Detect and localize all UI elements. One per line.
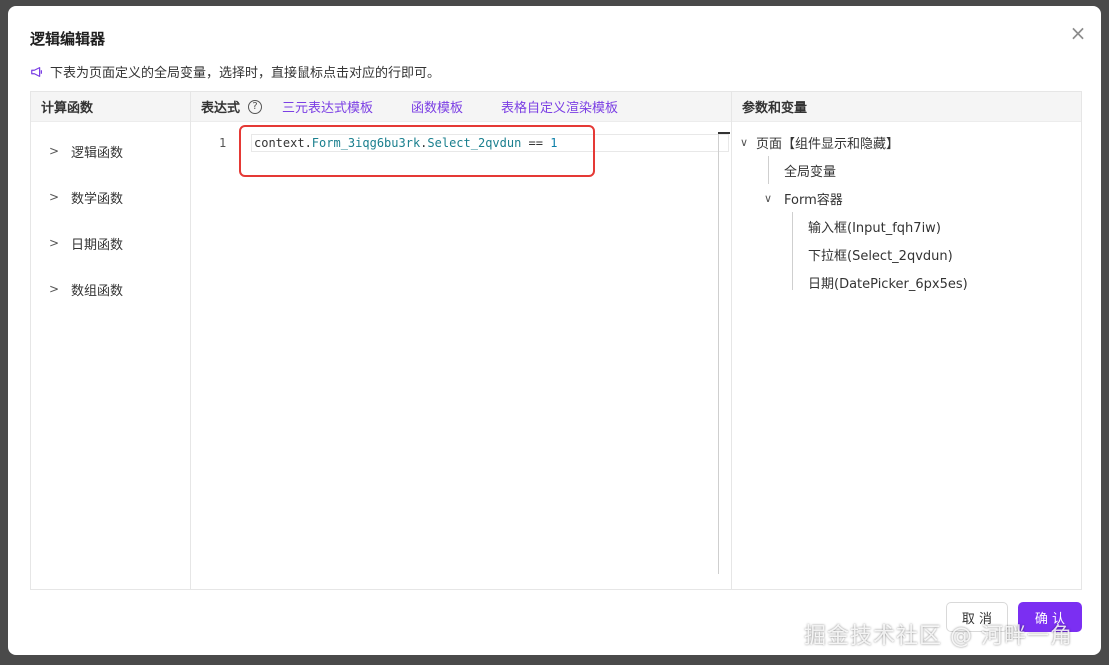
tree-node-label: 输入框(Input_fqh7iw): [808, 220, 941, 236]
tree-node-input[interactable]: 输入框(Input_fqh7iw): [732, 212, 1081, 240]
tree-node-label: 页面【组件显示和隐藏】: [756, 136, 900, 152]
close-icon[interactable]: ×: [1069, 23, 1087, 43]
expression-panel: 表达式 ? 三元表达式模板 函数模板 表格自定义渲染模板 1 context.F…: [191, 92, 732, 589]
functions-header: 计算函数: [31, 92, 190, 122]
variable-tree: ∨ 页面【组件显示和隐藏】 全局变量 ∨ Form容器 输入框(Input_fq…: [732, 122, 1081, 296]
variables-panel: 参数和变量 ∨ 页面【组件显示和隐藏】 全局变量 ∨ Form容器 输入框(In…: [732, 92, 1081, 589]
function-template-link[interactable]: 函数模板: [411, 97, 463, 116]
dialog-title: 逻辑编辑器: [30, 30, 106, 48]
tree-node-global-vars[interactable]: 全局变量: [732, 156, 1081, 184]
tree-node-label: 日期(DatePicker_6px5es): [808, 276, 968, 292]
function-group-array[interactable]: > 数组函数: [31, 266, 190, 312]
watermark-text: 掘金技术社区 @ 河畔一角: [804, 624, 1073, 649]
tree-node-datepicker[interactable]: 日期(DatePicker_6px5es): [732, 268, 1081, 296]
editor-panels: 计算函数 > 逻辑函数 > 数学函数 > 日期函数 > 数组函数 表达式 ? 三…: [30, 91, 1082, 590]
notice-bar: 下表为页面定义的全局变量，选择时，直接鼠标点击对应的行即可。: [30, 62, 440, 81]
chevron-right-icon: >: [49, 144, 60, 158]
tree-node-label: Form容器: [784, 192, 843, 208]
help-icon[interactable]: ?: [248, 99, 263, 114]
function-group-label: 日期函数: [71, 237, 124, 253]
notice-text: 下表为页面定义的全局变量，选择时，直接鼠标点击对应的行即可。: [50, 66, 441, 81]
tree-node-page[interactable]: ∨ 页面【组件显示和隐藏】: [732, 128, 1081, 156]
editor-minimap-marker: [718, 132, 730, 134]
function-group-label: 逻辑函数: [71, 145, 124, 161]
tree-node-form[interactable]: ∨ Form容器: [732, 184, 1081, 212]
function-group-label: 数组函数: [71, 283, 124, 299]
code-editor[interactable]: 1 context.Form_3iqg6bu3rk.Select_2qvdun …: [191, 122, 731, 589]
chevron-down-icon: ∨: [740, 135, 749, 149]
tree-node-label: 下拉框(Select_2qvdun): [808, 248, 953, 264]
chevron-down-icon: ∨: [764, 191, 773, 205]
chevron-right-icon: >: [49, 282, 60, 296]
expression-header: 表达式 ? 三元表达式模板 函数模板 表格自定义渲染模板: [191, 92, 731, 122]
editor-scrollbar[interactable]: [718, 132, 719, 574]
variables-header: 参数和变量: [732, 92, 1081, 122]
function-list: > 逻辑函数 > 数学函数 > 日期函数 > 数组函数: [31, 122, 190, 312]
expression-title: 表达式: [201, 101, 241, 116]
function-group-logic[interactable]: > 逻辑函数: [31, 128, 190, 174]
functions-panel: 计算函数 > 逻辑函数 > 数学函数 > 日期函数 > 数组函数: [31, 92, 191, 589]
chevron-right-icon: >: [49, 236, 60, 250]
line-number: 1: [219, 136, 227, 150]
function-group-date[interactable]: > 日期函数: [31, 220, 190, 266]
tree-node-label: 全局变量: [784, 164, 837, 180]
tree-node-select[interactable]: 下拉框(Select_2qvdun): [732, 240, 1081, 268]
function-group-label: 数学函数: [71, 191, 124, 207]
function-group-math[interactable]: > 数学函数: [31, 174, 190, 220]
megaphone-icon: [31, 66, 42, 77]
chevron-right-icon: >: [49, 190, 60, 204]
table-render-template-link[interactable]: 表格自定义渲染模板: [501, 97, 618, 116]
logic-editor-dialog: 逻辑编辑器 × 下表为页面定义的全局变量，选择时，直接鼠标点击对应的行即可。 计…: [8, 6, 1101, 655]
ternary-template-link[interactable]: 三元表达式模板: [282, 97, 373, 116]
annotation-highlight-box: [239, 125, 595, 177]
